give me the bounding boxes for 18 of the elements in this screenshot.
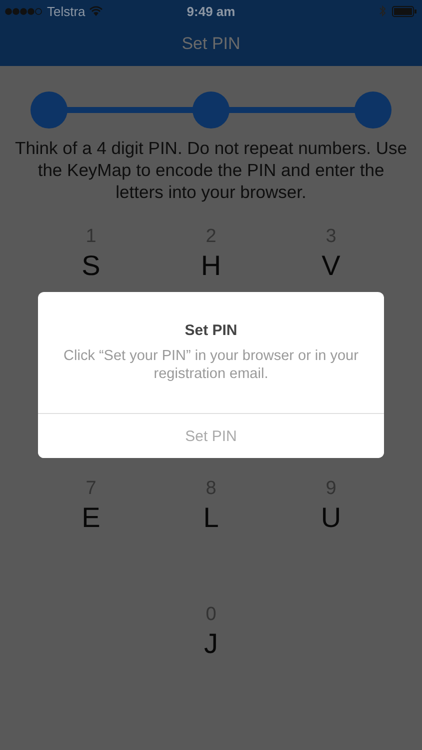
set-pin-button[interactable]: Set PIN [38, 413, 384, 458]
dialog-title: Set PIN [184, 322, 238, 339]
key-letter: S [82, 249, 100, 283]
key-letter: L [203, 501, 219, 535]
dialog-message: Click “Set your PIN” in your browser or in your registration email. [62, 347, 360, 383]
key-letter: H [200, 249, 222, 283]
battery-icon [392, 6, 417, 16]
wifi-icon [89, 6, 104, 16]
status-time: 9:49 am [186, 4, 236, 18]
bluetooth-icon [379, 5, 386, 17]
key-letter: E [82, 501, 100, 535]
signal-icon [5, 8, 43, 14]
key-letter: J [204, 627, 218, 661]
carrier-name: Telstra [47, 4, 86, 18]
key-letter: V [322, 249, 340, 283]
key-letter: U [320, 501, 342, 535]
nav-title: Set PIN [180, 33, 242, 55]
instruction-text: Think of a 4 digit PIN. Do not repeat numbers. Use the KeyMap to encode the PIN and enter the letters into your browser. [14, 137, 408, 203]
